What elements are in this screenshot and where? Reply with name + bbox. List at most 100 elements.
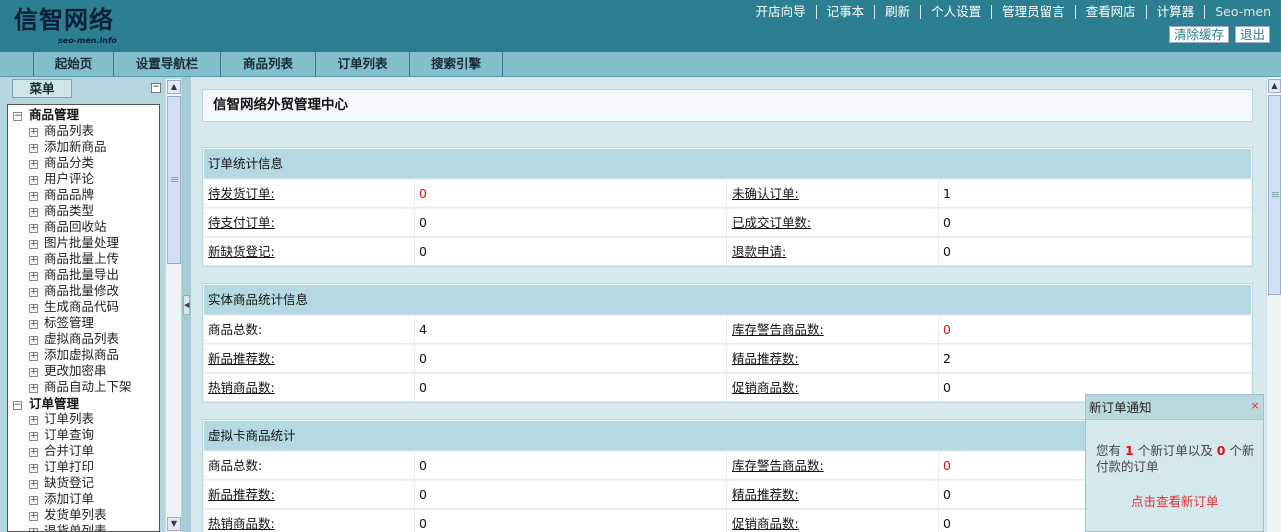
tree-item[interactable]: + 订单查询 <box>29 427 94 443</box>
tree-item[interactable]: + 商品品牌 <box>29 187 94 203</box>
stat-label-link[interactable]: 促销商品数: <box>732 510 799 532</box>
tree-item[interactable]: + 合并订单 <box>29 443 94 459</box>
tree-group-goods[interactable]: − 商品管理 <box>13 107 79 123</box>
tree-item[interactable]: + 用户评论 <box>29 171 94 187</box>
tree-item[interactable]: + 发货单列表 <box>29 507 107 523</box>
stat-label-link[interactable]: 库存警告商品数: <box>732 316 824 344</box>
tree-item[interactable]: + 退货单列表 <box>29 523 107 531</box>
tree-item-label: 生成商品代码 <box>44 299 120 314</box>
tree-item[interactable]: + 添加订单 <box>29 491 94 507</box>
link-view-shop[interactable]: 查看网店 <box>1076 5 1147 19</box>
tab-start-page[interactable]: 起始页 <box>33 52 113 77</box>
stat-label-link[interactable]: 未确认订单: <box>732 180 799 208</box>
collapse-icon[interactable]: − <box>13 112 22 121</box>
menu-header: 菜单 − <box>2 79 162 98</box>
tree-item[interactable]: + 图片批量处理 <box>29 235 119 251</box>
main-scrollbar[interactable]: ▲ <box>1266 77 1281 532</box>
panel-header: 订单统计信息 <box>204 149 1251 179</box>
menu-title: 菜单 <box>12 79 72 98</box>
tree-item[interactable]: + 商品批量上传 <box>29 251 119 267</box>
site-logo[interactable]: 信智网络 seo-men.info <box>14 6 124 50</box>
tree-item[interactable]: + 商品回收站 <box>29 219 107 235</box>
sidebar: 菜单 − − 商品管理 + 商品列表 + 添加新商品 + 商品分类 + 用户评论 + 商品品… <box>0 77 182 532</box>
tree-item[interactable]: + 商品批量修改 <box>29 283 119 299</box>
tree-item[interactable]: + 虚拟商品列表 <box>29 331 119 347</box>
logout-button[interactable]: 退出 <box>1234 26 1270 43</box>
table-row: 新缺货登记: 0 退款申请: 0 <box>204 238 1251 266</box>
stat-label-link[interactable]: 新缺货登记: <box>208 238 275 266</box>
link-shop-wizard[interactable]: 开店向导 <box>746 5 817 19</box>
view-new-orders-link[interactable]: 点击查看新订单 <box>1131 491 1219 510</box>
tree-item[interactable]: + 订单列表 <box>29 411 94 427</box>
panel-title: 虚拟卡商品统计 <box>208 428 296 443</box>
scroll-up-icon[interactable]: ▲ <box>167 80 181 94</box>
link-notepad[interactable]: 记事本 <box>817 5 876 19</box>
collapse-sidebar-icon[interactable]: ◀ <box>183 295 190 315</box>
top-links: 开店向导 记事本 刷新 个人设置 管理员留言 查看网店 计算器 Seo-men <box>746 3 1271 21</box>
tree-item-label: 商品分类 <box>44 155 95 170</box>
expand-icon: + <box>29 191 38 201</box>
stat-label-link[interactable]: 新品推荐数: <box>208 345 275 373</box>
tree-item[interactable]: + 生成商品代码 <box>29 299 119 315</box>
stat-label-link[interactable]: 已成交订单数: <box>732 209 811 237</box>
link-admin-messages[interactable]: 管理员留言 <box>992 5 1076 19</box>
tree-item[interactable]: + 商品分类 <box>29 155 94 171</box>
collapse-icon[interactable]: − <box>13 401 22 410</box>
scrollbar-thumb[interactable] <box>1268 95 1281 295</box>
clear-cache-button[interactable]: 清除缓存 <box>1168 26 1229 43</box>
stat-label-link[interactable]: 精品推荐数: <box>732 481 799 509</box>
stat-label-link[interactable]: 退款申请: <box>732 238 786 266</box>
tree-item[interactable]: + 商品批量导出 <box>29 267 119 283</box>
stat-label: 商品总数: <box>208 322 263 337</box>
expand-icon: + <box>29 207 38 217</box>
stat-label-link[interactable]: 新品推荐数: <box>208 481 275 509</box>
new-order-notification: 新订单通知 × 您有 1 个新订单以及 0 个新付款的订单 点击查看新订单 <box>1085 394 1264 532</box>
tab-nav-settings[interactable]: 设置导航栏 <box>113 52 220 77</box>
nav-bar: 起始页 设置导航栏 商品列表 订单列表 搜索引擎 <box>0 52 1281 77</box>
stat-label-link[interactable]: 精品推荐数: <box>732 345 799 373</box>
tab-order-list[interactable]: 订单列表 <box>315 52 409 77</box>
tree-item[interactable]: + 添加新商品 <box>29 139 107 155</box>
panel-header: 实体商品统计信息 <box>204 285 1251 315</box>
tree-item[interactable]: + 添加虚拟商品 <box>29 347 119 363</box>
tree-item[interactable]: + 订单打印 <box>29 459 94 475</box>
scroll-up-icon[interactable]: ▲ <box>1268 79 1281 93</box>
tree-item[interactable]: + 标签管理 <box>29 315 94 331</box>
stat-value: 1 <box>943 186 951 201</box>
tree-item-label: 标签管理 <box>44 315 95 330</box>
stat-value: 0 <box>943 322 951 337</box>
stat-value: 0 <box>419 244 427 259</box>
panel-title: 订单统计信息 <box>208 156 284 171</box>
sidebar-scrollbar[interactable]: ▲ ▼ <box>165 79 181 532</box>
tree-item[interactable]: + 缺货登记 <box>29 475 94 491</box>
close-icon[interactable]: × <box>1250 400 1260 412</box>
stat-label-link[interactable]: 待支付订单: <box>208 209 275 237</box>
tree-item[interactable]: + 商品类型 <box>29 203 94 219</box>
stat-label-link[interactable]: 待发货订单: <box>208 180 275 208</box>
link-calculator[interactable]: 计算器 <box>1147 5 1206 19</box>
stat-label-link[interactable]: 热销商品数: <box>208 374 275 402</box>
minus-icon[interactable]: − <box>151 83 161 93</box>
stat-label-link[interactable]: 促销商品数: <box>732 374 799 402</box>
new-order-count: 1 <box>1125 443 1134 458</box>
tree-item[interactable]: + 更改加密串 <box>29 363 107 379</box>
scrollbar-thumb[interactable] <box>167 96 181 264</box>
tree-group-orders[interactable]: − 订单管理 <box>13 396 79 412</box>
sidebar-splitter[interactable]: ◀ <box>182 77 191 532</box>
stat-value: 0 <box>943 458 951 473</box>
link-refresh[interactable]: 刷新 <box>875 5 922 19</box>
tree-item[interactable]: + 商品自动上下架 <box>29 379 132 395</box>
stat-value: 0 <box>419 351 427 366</box>
tree-item-label: 发货单列表 <box>44 507 107 522</box>
tab-goods-list[interactable]: 商品列表 <box>220 52 315 77</box>
menu-tree: − 商品管理 + 商品列表 + 添加新商品 + 商品分类 + 用户评论 + 商品品牌 + 商品… <box>7 104 160 532</box>
order-stats-panel: 订单统计信息 待发货订单: 0 未确认订单: 1 待支付订单: 0 已成交订单数… <box>202 147 1253 267</box>
scroll-down-icon[interactable]: ▼ <box>167 517 181 531</box>
tab-search-engine[interactable]: 搜索引擎 <box>409 52 503 77</box>
link-personal-settings[interactable]: 个人设置 <box>921 5 993 19</box>
stat-label-link[interactable]: 库存警告商品数: <box>732 452 824 480</box>
tree-item[interactable]: + 商品列表 <box>29 123 94 139</box>
expand-icon: + <box>29 287 38 297</box>
stat-value: 0 <box>943 380 951 395</box>
stat-label-link[interactable]: 热销商品数: <box>208 510 275 532</box>
